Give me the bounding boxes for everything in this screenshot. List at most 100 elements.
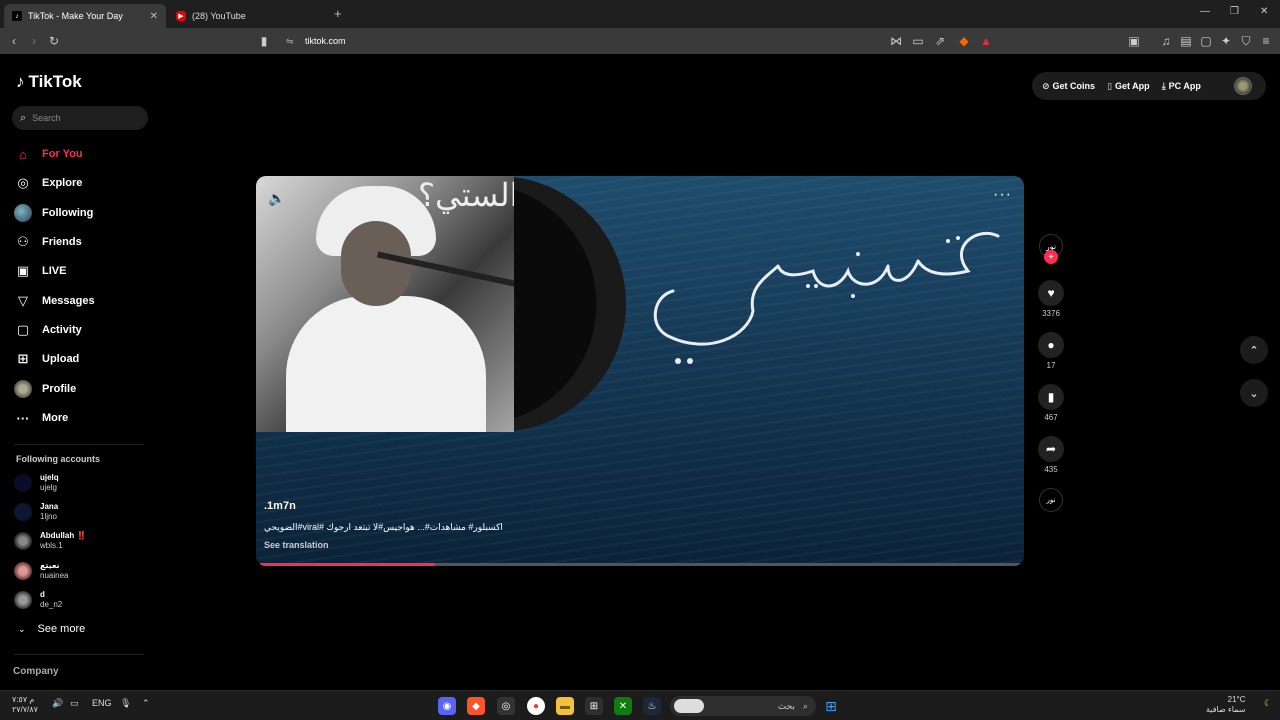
screenshot-icon[interactable]: ▣ [1126,33,1142,49]
account-handle: de_n2 [40,600,63,609]
video-progress-bar[interactable] [260,563,1020,566]
no-tracking-icon[interactable]: ⋈ [888,33,904,49]
account-item[interactable]: Jana 1ljno [14,499,144,525]
live-icon: ▣ [16,263,30,278]
account-item[interactable]: ujelq ujelg [14,470,144,496]
nav-upload[interactable]: ⊞ Upload [14,348,144,370]
brave-icon[interactable]: ◆ [467,697,485,715]
nav-activity[interactable]: ▢ Activity [14,319,144,341]
file-explorer-icon[interactable]: ▬ [556,697,574,715]
nav-label: Activity [42,324,82,336]
nav-label: Following [42,207,94,219]
menu-icon[interactable]: ≡ [1258,33,1274,49]
microphone-icon[interactable]: 🎙 [120,698,131,709]
rewards-icon[interactable]: ▲ [978,33,994,49]
share-count: 435 [1044,465,1058,474]
tiktok-favicon-icon: ♪ [12,11,22,21]
close-window-icon[interactable]: ✕ [1260,6,1268,17]
nav-messages[interactable]: ▽ Messages [14,290,144,312]
clock[interactable]: م ٧:٥٧ ٢٧/٧/٨٧ [12,695,38,715]
account-item[interactable]: نعيتع nuainea [14,558,144,584]
get-app-button[interactable]: ▯ Get App [1107,81,1150,92]
chrome-icon[interactable]: ● [527,697,545,715]
sound-disc[interactable]: نور [1039,488,1063,512]
site-info-icon[interactable]: ⇋ [286,36,294,47]
comment-count: 17 [1046,361,1056,370]
nav-label: More [42,412,69,424]
leo-ai-icon[interactable]: ✦ [1218,33,1234,49]
weather-temp: 21°C [1227,695,1246,704]
account-item[interactable]: Abdullah ‼️ wbls.1 [14,528,144,554]
bookmark-icon[interactable]: ▮ [256,33,272,49]
follow-plus-icon[interactable]: + [1044,250,1058,264]
weather-widget[interactable]: 21°C سماء صافية [1206,695,1246,715]
moon-icon: ☾ [1264,698,1273,708]
face-shape [341,221,411,306]
minimize-icon[interactable]: — [1200,6,1210,17]
clock-time: م ٧:٥٧ [12,695,35,704]
close-tab-icon[interactable]: ✕ [150,11,158,22]
chevron-down-icon: ⌄ [1249,387,1259,400]
next-video-button[interactable]: ⌄ [1240,379,1268,407]
cast-icon[interactable]: ▭ [910,33,926,49]
account-item[interactable]: d de_n2 [14,587,144,613]
more-icon: ··· [16,410,30,426]
maximize-icon[interactable]: ❐ [1230,6,1239,17]
tab-youtube[interactable]: ▶ (28) YouTube [168,4,330,28]
volume-tray-icon[interactable]: 🔊 [52,698,63,709]
start-icon[interactable]: ⊞ [822,697,840,715]
get-coins-button[interactable]: ⊘ Get Coins [1042,81,1095,92]
pc-app-button[interactable]: ⤓ PC App [1162,81,1201,92]
forward-icon[interactable]: › [26,33,42,49]
new-tab-button[interactable]: + [334,6,342,21]
tab-tiktok[interactable]: ♪ TikTok - Make Your Day ✕ [4,4,166,28]
language-indicator[interactable]: ENG [92,698,112,708]
comment-button[interactable]: ● 17 [1036,332,1066,370]
video-player[interactable]: الستي؟ 🔈 ··· .1m7n الضويحي#viral# اكسبلو… [256,176,1024,566]
avatar [14,204,32,222]
share-button[interactable]: ➦ 435 [1036,436,1066,474]
back-icon[interactable]: ‹ [6,33,22,49]
account-name: d [40,590,45,599]
sidebar-toggle-icon[interactable]: ▤ [1178,33,1194,49]
network-tray-icon[interactable]: ▭ [70,698,79,709]
wallet-icon[interactable]: ▢ [1198,33,1214,49]
see-translation-link[interactable]: See translation [264,540,329,550]
vpn-icon[interactable]: ⛉ [1238,33,1254,49]
taskbar-search[interactable]: بحث ⌕ [670,696,816,716]
upload-icon: ⊞ [17,351,29,366]
brave-shield-icon[interactable]: ◆ [956,33,972,49]
avatar [14,503,32,521]
discord-icon[interactable]: ◉ [438,697,456,715]
store-icon[interactable]: ⊞ [585,697,603,715]
media-icon[interactable]: ♫ [1158,33,1174,49]
nav-for-you[interactable]: ⌂ For You [14,143,144,165]
video-author[interactable]: .1m7n [264,500,296,512]
previous-video-button[interactable]: ⌃ [1240,336,1268,364]
tray-chevron-icon[interactable]: ⌃ [142,698,150,709]
like-button[interactable]: ♥ 3376 [1036,280,1066,318]
nav-profile[interactable]: Profile [14,378,144,400]
steam-circle-icon[interactable]: ◎ [497,697,515,715]
heart-icon: ♥ [1038,280,1064,306]
company-link[interactable]: Company [13,666,59,677]
nav-following[interactable]: Following [14,202,144,224]
save-button[interactable]: ▮ 467 [1036,384,1066,422]
steam-icon[interactable]: ♨ [643,697,661,715]
nav-explore[interactable]: ◎ Explore [14,172,144,194]
profile-avatar[interactable] [1234,77,1252,95]
share-icon[interactable]: ⇗ [932,33,948,49]
tiktok-logo[interactable]: ♪ TikTok [16,72,82,92]
reload-icon[interactable]: ↻ [46,33,62,49]
youtube-favicon-icon: ▶ [176,11,186,21]
nav-more[interactable]: ··· More [14,407,144,429]
activity-icon: ▢ [16,322,30,337]
xbox-icon[interactable]: ✕ [614,697,632,715]
more-options-icon[interactable]: ··· [993,186,1012,204]
account-name: ujelq [40,473,59,482]
nav-live[interactable]: ▣ LIVE [14,260,144,282]
search-input[interactable]: ⌕ Search [12,106,148,130]
volume-icon[interactable]: 🔈 [268,190,285,207]
nav-friends[interactable]: ⚇ Friends [14,231,144,253]
see-more-button[interactable]: ⌄ See more [18,623,85,635]
